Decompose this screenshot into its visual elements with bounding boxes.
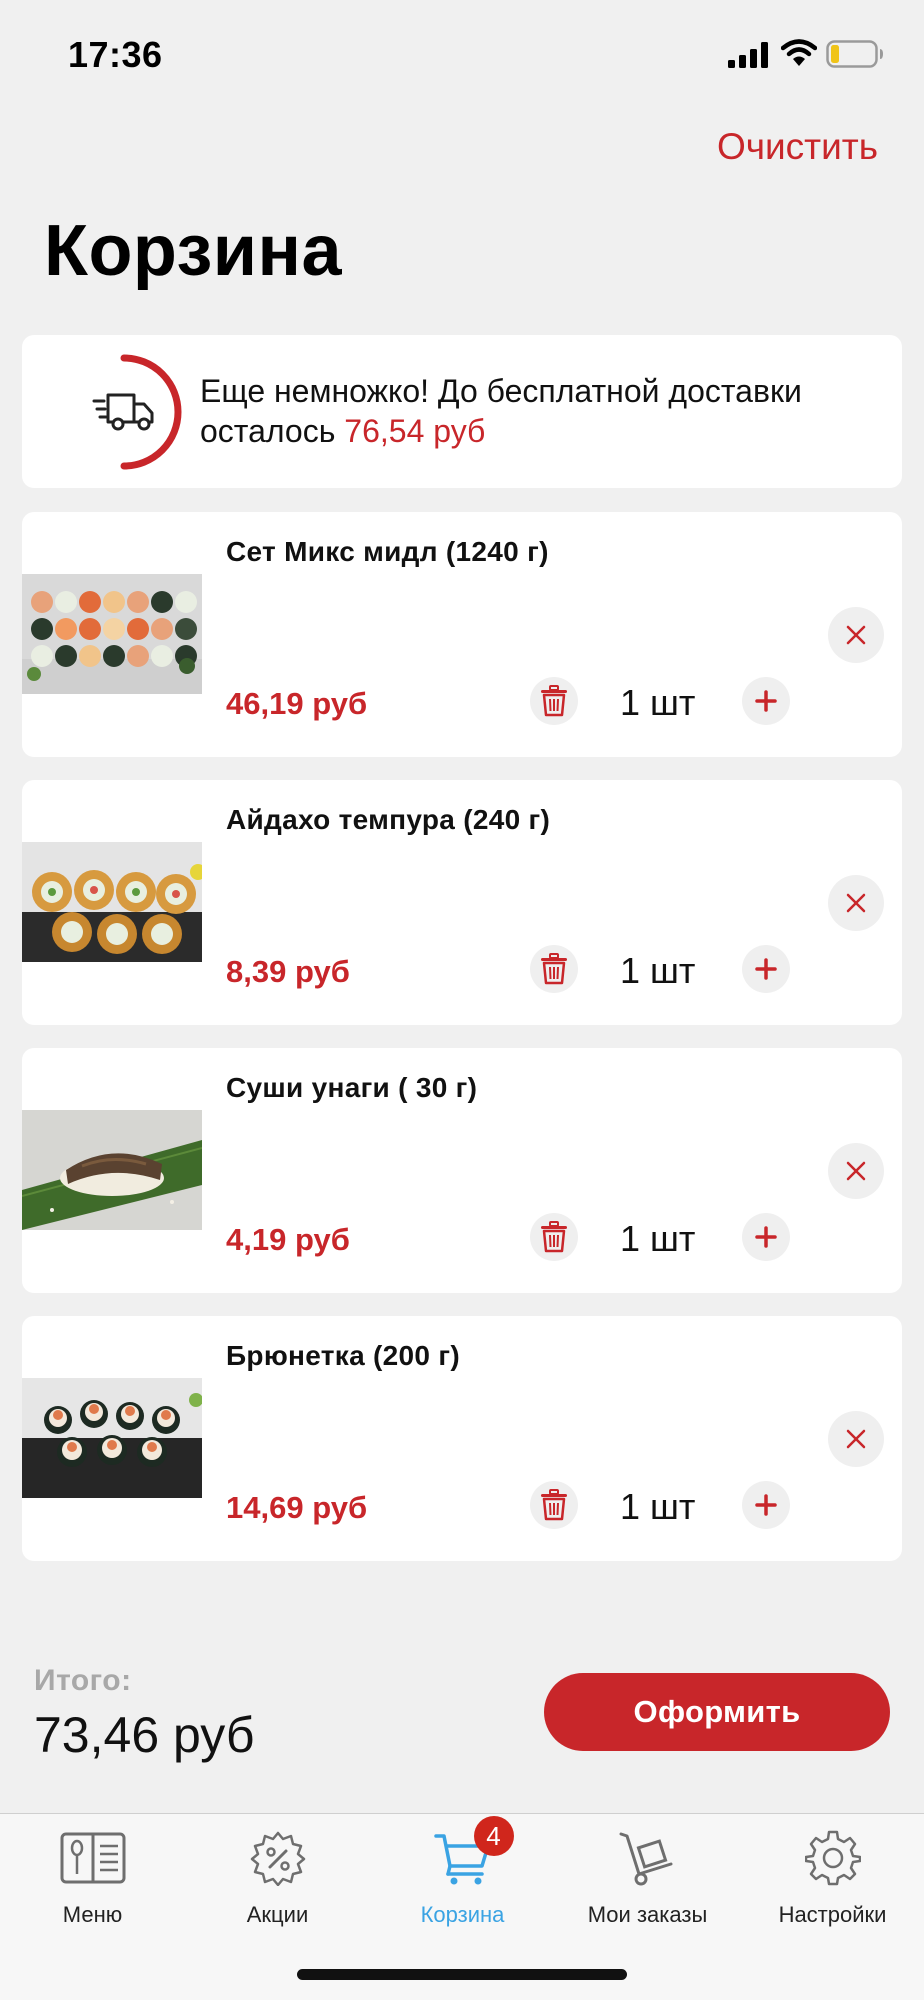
trash-icon — [541, 953, 567, 985]
cart-count-badge: 4 — [473, 1816, 514, 1856]
item-quantity: 1 шт — [620, 1218, 696, 1259]
decrease-quantity-button[interactable] — [530, 1481, 578, 1529]
battery-icon — [826, 40, 883, 68]
total-label: Итого: — [34, 1664, 132, 1697]
tab-label: Меню — [62, 1902, 123, 1927]
item-image — [22, 574, 202, 694]
increase-quantity-button[interactable] — [742, 677, 790, 725]
plus-icon — [755, 1226, 777, 1248]
item-image — [22, 842, 202, 962]
cart-item: Брюнетка (200 г) 14,69 руб 1 шт — [22, 1316, 902, 1561]
item-price: 8,39 руб — [226, 954, 350, 989]
trash-icon — [541, 1489, 567, 1521]
decrease-quantity-button[interactable] — [530, 1213, 578, 1261]
close-icon — [846, 1161, 866, 1181]
tab-label: Настройки — [778, 1902, 887, 1927]
status-time: 17:36 — [68, 34, 163, 75]
item-name: Брюнетка (200 г) — [226, 1340, 460, 1371]
item-image — [22, 1110, 202, 1230]
tab-my-orders[interactable]: Мои заказы — [555, 1828, 740, 1938]
trash-icon — [541, 685, 567, 717]
item-name: Суши унаги ( 30 г) — [226, 1072, 478, 1103]
wifi-icon — [781, 39, 817, 66]
cart-item: Суши унаги ( 30 г) 4,19 руб 1 шт — [22, 1048, 902, 1293]
discount-gear-icon — [250, 1831, 305, 1886]
remove-item-button[interactable] — [828, 1143, 884, 1199]
hand-truck-icon — [619, 1832, 672, 1886]
remove-item-button[interactable] — [828, 607, 884, 663]
item-price: 14,69 руб — [226, 1490, 368, 1525]
close-icon — [846, 625, 866, 645]
settings-gear-icon — [804, 1830, 861, 1886]
home-indicator — [297, 1969, 627, 1980]
plus-icon — [755, 1494, 777, 1516]
increase-quantity-button[interactable] — [742, 1213, 790, 1261]
item-quantity: 1 шт — [620, 950, 696, 991]
tab-label: Мои заказы — [587, 1902, 708, 1927]
remove-item-button[interactable] — [828, 1411, 884, 1467]
item-price: 46,19 руб — [226, 686, 368, 721]
checkout-button[interactable]: Оформить — [544, 1673, 890, 1751]
status-bar: 17:36 — [0, 0, 924, 110]
delivery-remaining-amount: 76,54 руб — [344, 413, 486, 449]
close-icon — [846, 893, 866, 913]
item-price: 4,19 руб — [226, 1222, 350, 1257]
item-image — [22, 1378, 202, 1498]
item-name: Айдахо темпура (240 г) — [226, 804, 551, 835]
plus-icon — [755, 690, 777, 712]
page-title: Корзина — [44, 211, 343, 291]
item-quantity: 1 шт — [620, 1486, 696, 1527]
cart-item: Айдахо темпура (240 г) 8,39 руб 1 шт — [22, 780, 902, 1025]
total-value: 73,46 руб — [34, 1707, 255, 1763]
delivery-truck-icon — [92, 393, 154, 431]
delivery-message: Еще немножко! До бесплатной доставки ост… — [200, 371, 890, 451]
increase-quantity-button[interactable] — [742, 1481, 790, 1529]
tab-cart[interactable]: 4 Корзина — [370, 1816, 555, 1938]
increase-quantity-button[interactable] — [742, 945, 790, 993]
decrease-quantity-button[interactable] — [530, 677, 578, 725]
cart-item: Сет Микс мидл (1240 г) 46,19 руб 1 шт — [22, 512, 902, 757]
tab-label: Акции — [246, 1902, 309, 1927]
close-icon — [846, 1429, 866, 1449]
item-quantity: 1 шт — [620, 682, 696, 723]
tab-menu[interactable]: Меню — [0, 1828, 185, 1938]
plus-icon — [755, 958, 777, 980]
tab-label: Корзина — [420, 1902, 505, 1927]
clear-cart-button[interactable]: Очистить — [717, 126, 878, 168]
item-name: Сет Микс мидл (1240 г) — [226, 536, 549, 567]
tab-promotions[interactable]: Акции — [185, 1828, 370, 1938]
signal-icon — [728, 42, 768, 68]
remove-item-button[interactable] — [828, 875, 884, 931]
menu-book-icon — [60, 1832, 125, 1884]
decrease-quantity-button[interactable] — [530, 945, 578, 993]
tab-settings[interactable]: Настройки — [740, 1828, 924, 1938]
free-delivery-banner: Еще немножко! До бесплатной доставки ост… — [22, 335, 902, 488]
trash-icon — [541, 1221, 567, 1253]
delivery-progress-ring — [92, 354, 182, 470]
delivery-message-text: Еще немножко! До бесплатной доставки ост… — [200, 373, 802, 449]
